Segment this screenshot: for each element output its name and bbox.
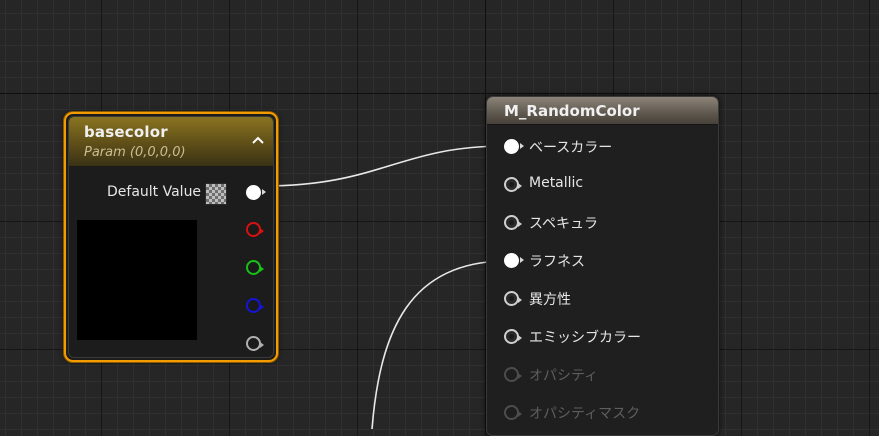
- param-node-body: basecolor Param (0,0,0,0) Default Value: [68, 116, 274, 358]
- input-row-opacity-mask: オパシティマスク: [487, 402, 717, 424]
- basecolor-param-node[interactable]: basecolor Param (0,0,0,0) Default Value: [64, 112, 278, 362]
- material-node-header[interactable]: M_RandomColor: [487, 97, 718, 125]
- material-node-title: M_RandomColor: [504, 102, 640, 120]
- input-label-roughness: ラフネス: [529, 254, 585, 270]
- output-pin-g[interactable]: [246, 260, 264, 275]
- input-label-opacity-mask: オパシティマスク: [529, 406, 641, 422]
- input-row-anisotropy[interactable]: 異方性: [487, 288, 717, 310]
- input-pin-opacity: [504, 367, 522, 382]
- input-pin-roughness[interactable]: [504, 253, 524, 268]
- input-row-specular[interactable]: スペキュラ: [487, 212, 717, 234]
- wire-basecolor-to-base-color[interactable]: [263, 145, 506, 187]
- input-row-base-color[interactable]: ベースカラー: [487, 136, 717, 158]
- default-value-color-swatch[interactable]: [205, 183, 227, 205]
- output-pin-rgba[interactable]: [246, 185, 266, 200]
- default-value-label: Default Value: [107, 184, 202, 200]
- input-label-anisotropy: 異方性: [529, 292, 571, 308]
- input-row-roughness[interactable]: ラフネス: [487, 250, 717, 272]
- input-label-metallic: Metallic: [529, 175, 584, 191]
- chevron-up-icon[interactable]: [251, 133, 265, 147]
- output-pin-b[interactable]: [246, 298, 264, 313]
- param-node-subtitle: Param (0,0,0,0): [84, 145, 186, 160]
- param-node-header[interactable]: basecolor Param (0,0,0,0): [69, 117, 273, 167]
- input-pin-opacity-mask: [504, 405, 522, 420]
- input-pin-anisotropy[interactable]: [504, 291, 522, 306]
- input-label-emissive-color: エミッシブカラー: [529, 330, 641, 346]
- output-pin-a[interactable]: [246, 336, 264, 351]
- input-row-opacity: オパシティ: [487, 364, 717, 386]
- output-pin-r[interactable]: [246, 222, 264, 237]
- input-row-emissive-color[interactable]: エミッシブカラー: [487, 326, 717, 348]
- input-pin-specular[interactable]: [504, 215, 522, 230]
- material-result-node[interactable]: M_RandomColor ベースカラー Metallic スペキュラ ラフネス…: [486, 96, 719, 436]
- input-label-opacity: オパシティ: [529, 368, 599, 384]
- input-row-metallic[interactable]: Metallic: [487, 174, 717, 196]
- input-label-base-color: ベースカラー: [529, 140, 613, 156]
- param-node-title: basecolor: [84, 123, 168, 141]
- input-pin-base-color[interactable]: [504, 139, 524, 154]
- color-preview: [77, 220, 197, 340]
- input-pin-metallic[interactable]: [504, 177, 522, 192]
- input-label-specular: スペキュラ: [529, 216, 599, 232]
- input-pin-emissive-color[interactable]: [504, 329, 522, 344]
